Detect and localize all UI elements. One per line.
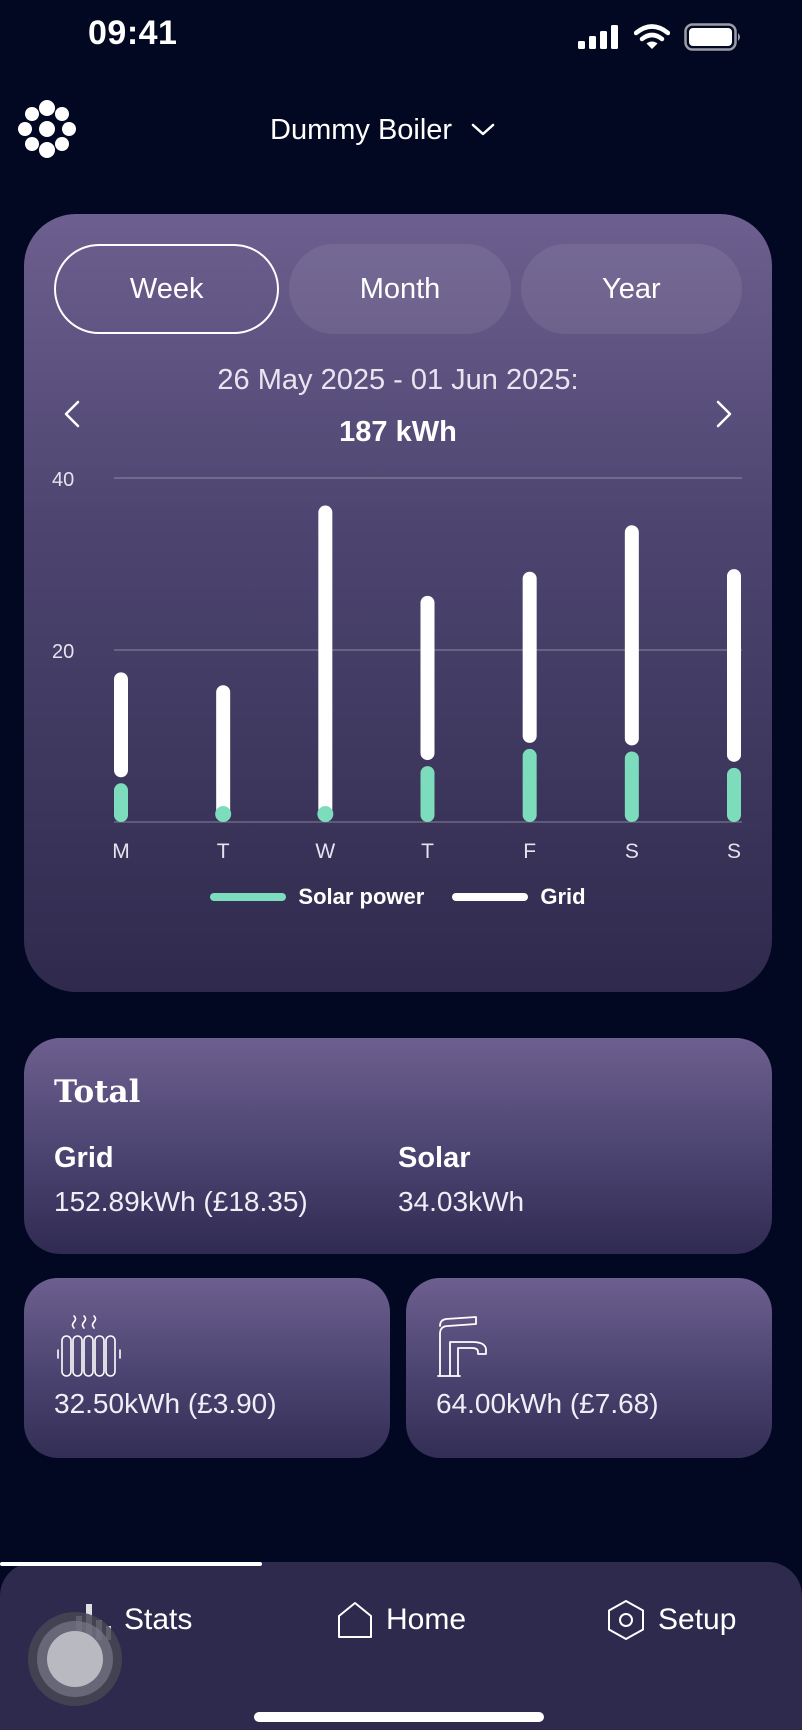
assistive-touch-ring xyxy=(37,1621,113,1697)
x-tick-label: T xyxy=(217,840,230,863)
bar-solar-dot xyxy=(215,806,232,822)
legend-label-solar: Solar power xyxy=(298,884,425,909)
grid-total-label: Grid xyxy=(54,1142,114,1174)
heating-usage-card[interactable]: 32.50kWh (£3.90) xyxy=(24,1278,390,1458)
home-indicator[interactable] xyxy=(254,1712,544,1722)
solar-total-value: 34.03kWh xyxy=(398,1186,525,1217)
brand-logo[interactable] xyxy=(18,100,76,158)
bar-grid xyxy=(522,571,537,743)
assistive-touch-button[interactable] xyxy=(28,1612,122,1706)
energy-chart-card: Week Month Year 26 May 2025 - 01 Jun 202… xyxy=(24,214,772,992)
nav-item-home[interactable]: Home xyxy=(336,1592,466,1648)
x-tick-label: W xyxy=(315,840,335,863)
device-name: Dummy Boiler xyxy=(270,113,453,146)
radiator-heating-icon xyxy=(54,1312,126,1378)
legend-label-grid: Grid xyxy=(540,884,586,909)
legend-swatch-solar xyxy=(210,893,287,901)
device-selector[interactable]: Dummy Boiler xyxy=(270,108,496,152)
y-tick-label: 40 xyxy=(52,469,74,491)
bar-grid xyxy=(624,525,639,746)
bar-grid xyxy=(216,685,231,818)
nav-item-setup[interactable]: Setup xyxy=(606,1592,736,1648)
battery-icon xyxy=(684,23,740,51)
assistive-touch-core xyxy=(47,1631,103,1687)
status-time: 09:41 xyxy=(88,14,178,52)
chart-legend: Solar power Grid xyxy=(24,884,772,910)
bar-grid xyxy=(114,672,128,778)
legend-item-solar: Solar power xyxy=(210,884,424,910)
bar-solar-dot xyxy=(317,806,334,822)
energy-bar-chart: 20 40 M T W T F S S xyxy=(52,469,742,863)
x-tick-label: S xyxy=(625,840,639,863)
bar-grid xyxy=(727,569,741,762)
cellular-signal-icon xyxy=(578,25,618,49)
legend-swatch-grid xyxy=(452,893,529,901)
water-tap-icon xyxy=(436,1312,508,1378)
hexagon-settings-icon xyxy=(608,1600,644,1640)
total-title: Total xyxy=(54,1074,141,1110)
brand-dots-logo xyxy=(18,100,76,158)
legend-item-grid: Grid xyxy=(452,884,586,910)
y-tick-label: 20 xyxy=(52,641,74,663)
heating-usage-value: 32.50kWh (£3.90) xyxy=(54,1388,277,1419)
bar-solar xyxy=(114,783,128,822)
bar-solar xyxy=(727,767,741,822)
hot-water-usage-value: 64.00kWh (£7.68) xyxy=(436,1388,659,1419)
status-icons xyxy=(578,22,742,52)
chevron-down-icon xyxy=(471,123,495,136)
bar-solar xyxy=(624,751,639,822)
bar-grid xyxy=(420,595,435,761)
wifi-icon xyxy=(634,24,670,49)
home-icon xyxy=(338,1602,372,1638)
x-tick-label: T xyxy=(421,840,434,863)
total-summary-card: Total Grid 152.89kWh (£18.35) Solar 34.0… xyxy=(24,1038,772,1254)
x-tick-label: M xyxy=(112,840,130,863)
nav-label-stats: Stats xyxy=(124,1603,193,1636)
bar-solar xyxy=(522,748,537,822)
nav-label-setup: Setup xyxy=(658,1603,737,1636)
hot-water-usage-card[interactable]: 64.00kWh (£7.68) xyxy=(406,1278,772,1458)
bar-solar xyxy=(420,766,435,822)
grid-total-value: 152.89kWh (£18.35) xyxy=(54,1186,308,1217)
nav-label-home: Home xyxy=(386,1603,467,1636)
x-tick-label: F xyxy=(523,840,536,863)
bar-grid xyxy=(318,505,333,818)
active-tab-indicator xyxy=(0,1562,262,1566)
x-tick-label: S xyxy=(727,840,741,863)
solar-total-label: Solar xyxy=(398,1142,471,1174)
